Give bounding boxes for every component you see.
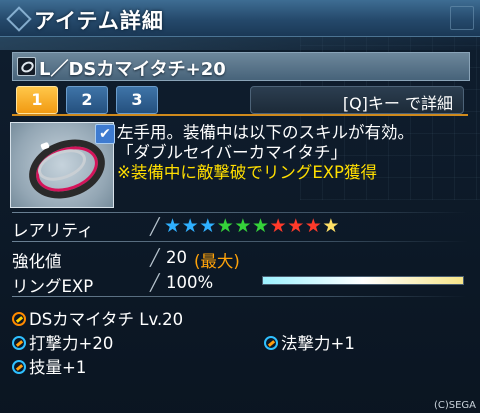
title-bar: アイテム詳細 <box>0 0 480 37</box>
ringexp-bar-fill <box>263 277 463 284</box>
tab-2[interactable]: 2 <box>66 86 108 114</box>
corner-icon <box>450 6 474 30</box>
skill-potential-1: 打撃力+20 <box>12 330 113 354</box>
description-line-2: 「ダブルセイバーカマイタチ」 <box>117 143 348 162</box>
potential-bolt-icon <box>12 360 26 374</box>
enhance-divider: ╱ <box>150 248 160 267</box>
skill-p3-text: 技量+1 <box>29 358 87 377</box>
item-description: 左手用。装備中は以下のスキルが有効。 「ダブルセイバーカマイタチ」 ※装備中に敵… <box>117 123 414 183</box>
row-separator <box>12 212 468 213</box>
title-diamond-icon <box>6 6 32 32</box>
skill-main: DSカマイタチ Lv.20 <box>12 306 183 330</box>
description-line-3: ※装備中に敵撃破でリングEXP獲得 <box>117 163 378 182</box>
ringexp-divider: ╱ <box>150 273 160 292</box>
item-name-bar: L／DSカマイタチ+20 <box>12 52 470 81</box>
skill-p1-text: 打撃力+20 <box>29 334 114 353</box>
tab-1[interactable]: 1 <box>16 86 58 114</box>
potential-bolt-icon <box>264 336 278 350</box>
row-separator <box>12 296 468 297</box>
enhance-value: 20 <box>166 248 187 267</box>
enhance-label: 強化値 <box>12 252 62 271</box>
rarity-star-icon: ★ <box>287 215 305 237</box>
skill-p2-text: 法撃力+1 <box>281 334 355 353</box>
skill-main-text: DSカマイタチ Lv.20 <box>29 310 184 329</box>
ring-icon <box>17 57 36 76</box>
description-line-1: 左手用。装備中は以下のスキルが有効。 <box>117 123 414 142</box>
rarity-star-icon: ★ <box>216 215 234 237</box>
skill-potential-3: 技量+1 <box>12 354 86 378</box>
ringexp-value: 100% <box>166 273 214 292</box>
row-separator <box>12 241 468 242</box>
potential-bolt-icon <box>12 336 26 350</box>
rarity-star-icon: ★ <box>322 215 340 237</box>
rarity-star-icon: ★ <box>164 215 182 237</box>
detail-hint-button[interactable]: [Q]キー で詳細 <box>250 86 464 114</box>
detail-hint-text: [Q]キー で詳細 <box>342 94 453 113</box>
title-underline <box>0 36 480 50</box>
skill-bolt-icon <box>12 312 26 326</box>
rarity-star-icon: ★ <box>269 215 287 237</box>
window-title: アイテム詳細 <box>34 9 164 33</box>
rarity-star-icon: ★ <box>252 215 270 237</box>
rarity-star-icon: ★ <box>304 215 322 237</box>
skill-potential-2: 法撃力+1 <box>264 330 355 354</box>
rarity-star-icon: ★ <box>181 215 199 237</box>
item-name: L／DSカマイタチ+20 <box>39 59 226 80</box>
rarity-label: レアリティ <box>12 221 94 240</box>
ringexp-bar <box>262 276 464 285</box>
copyright-text: (C)SEGA <box>433 400 476 411</box>
ringexp-label: リングEXP <box>12 277 94 296</box>
tab-separator <box>12 114 468 116</box>
rarity-star-icon: ★ <box>234 215 252 237</box>
tab-3[interactable]: 3 <box>116 86 158 114</box>
rarity-divider: ╱ <box>150 217 160 236</box>
enhance-max-badge: (最大) <box>194 252 240 271</box>
equipped-check-icon: ✔ <box>95 124 115 144</box>
rarity-star-icon: ★ <box>199 215 217 237</box>
